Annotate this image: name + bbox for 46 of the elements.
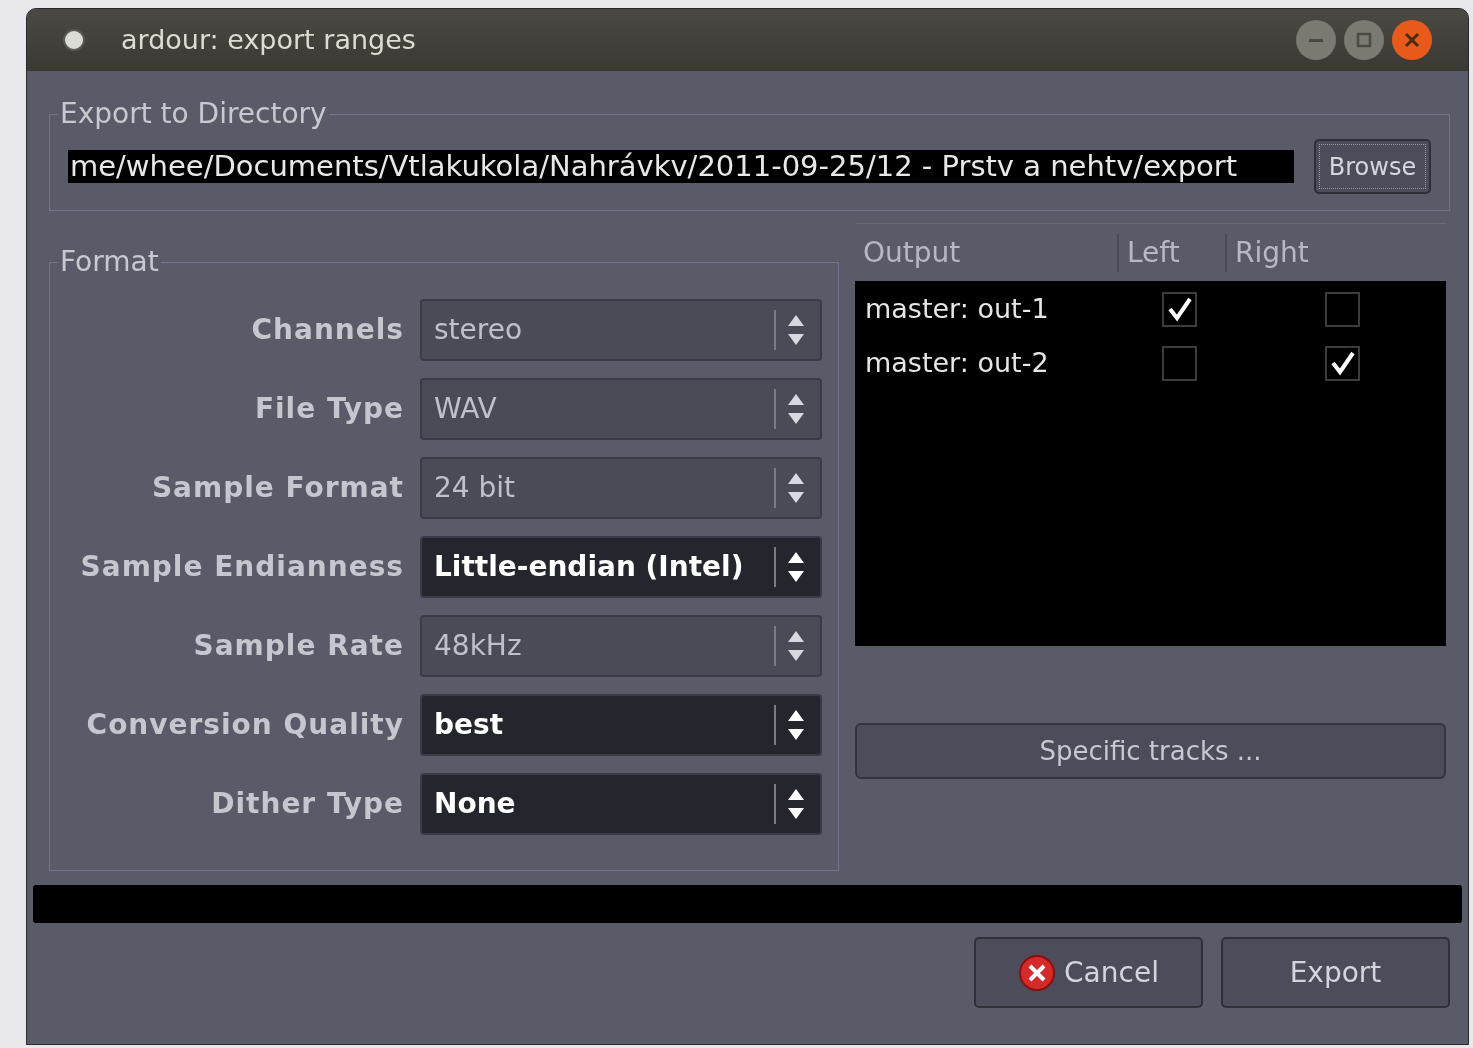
minimize-icon — [1309, 38, 1323, 42]
spinner-arrows-icon — [786, 708, 806, 742]
directory-path-field[interactable]: me/whee/Documents/Vtlakukola/Nahrávkv/2011-09-25/12 - Prstv a nehtv/export — [68, 150, 1294, 183]
spinner-arrows-icon — [786, 550, 806, 584]
checkbox[interactable] — [1162, 291, 1197, 327]
field-label: Channels — [250, 312, 404, 348]
field-label: Sample Format — [150, 470, 404, 506]
spinner-arrows-icon — [786, 313, 806, 347]
checkbox[interactable] — [1325, 291, 1360, 327]
spinner-arrows-icon — [786, 392, 806, 426]
dropdown[interactable]: WAV — [420, 378, 822, 440]
field-label: Sample Rate — [192, 628, 404, 664]
close-icon — [1403, 31, 1421, 49]
output-name: master: out-2 — [864, 345, 1050, 380]
column-header[interactable]: Right — [1225, 233, 1425, 272]
dropdown[interactable]: stereo — [420, 299, 822, 361]
spinner-arrows-icon — [786, 787, 806, 821]
dropdown[interactable]: 48kHz — [420, 615, 822, 677]
column-header[interactable]: Left — [1117, 233, 1225, 272]
window-title: ardour: export ranges — [121, 22, 417, 57]
cancel-icon — [1018, 953, 1057, 992]
field-label: Dither Type — [210, 786, 404, 822]
minimize-button[interactable] — [1296, 20, 1336, 60]
maximize-button[interactable] — [1344, 20, 1384, 60]
spinner-arrows-icon — [786, 471, 806, 505]
spinner-arrows-icon — [786, 629, 806, 663]
field-label: File Type — [253, 391, 404, 427]
browse-button[interactable]: Browse — [1314, 139, 1431, 194]
output-name: master: out-1 — [864, 291, 1050, 326]
field-label: Sample Endianness — [79, 549, 404, 585]
dropdown[interactable]: Little-endian (Intel) — [420, 536, 822, 598]
column-header[interactable]: Output — [855, 233, 1117, 272]
export-button[interactable]: Export — [1221, 937, 1450, 1008]
dropdown[interactable]: None — [420, 773, 822, 835]
specific-tracks-button[interactable]: Specific tracks ... — [855, 723, 1446, 779]
dropdown[interactable]: best — [420, 694, 822, 756]
close-button[interactable] — [1392, 20, 1432, 60]
dropdown[interactable]: 24 bit — [420, 457, 822, 519]
section-legend: Export to Directory — [58, 93, 329, 135]
checkbox[interactable] — [1325, 345, 1360, 381]
checkbox[interactable] — [1162, 345, 1197, 381]
maximize-icon — [1355, 31, 1373, 49]
cancel-button[interactable]: Cancel — [974, 937, 1203, 1008]
field-label: Conversion Quality — [85, 707, 404, 743]
app-icon — [63, 29, 85, 51]
section-legend: Format — [58, 241, 161, 283]
